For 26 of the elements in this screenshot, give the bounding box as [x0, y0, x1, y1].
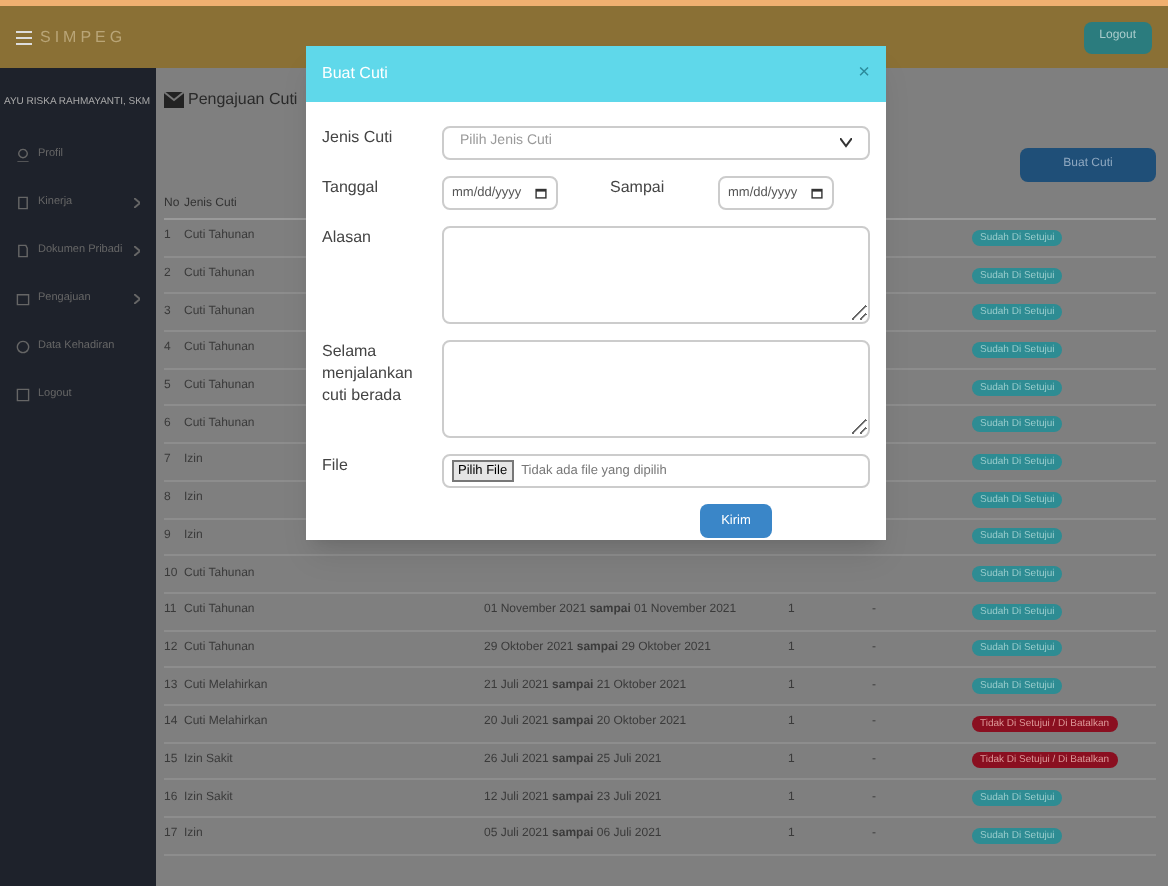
dialog-title: Buat Cuti [322, 62, 388, 86]
envelope-icon [164, 92, 184, 108]
menu-icon[interactable] [16, 29, 32, 45]
menu-item-icon [16, 244, 30, 258]
text-area[interactable] [442, 340, 870, 438]
chevron-down-icon [840, 138, 852, 148]
menu-item-icon [16, 388, 30, 402]
close-button[interactable]: × [858, 64, 870, 84]
field-label: Selama menjalankan cuti berada [322, 340, 415, 406]
app-logo: SIMPEG [40, 25, 127, 49]
calendar-icon [534, 186, 548, 200]
menu-item-icon [16, 148, 30, 162]
chevron-right-icon [134, 198, 140, 208]
field-label: Tanggal [322, 176, 381, 198]
chevron-right-icon [134, 294, 140, 304]
field-label: Alasan [322, 226, 373, 248]
text-area[interactable] [442, 226, 870, 324]
chevron-right-icon [134, 246, 140, 256]
field-label: Jenis Cuti [322, 126, 395, 148]
field-label: Sampai [610, 176, 667, 200]
menu-item-icon [16, 340, 30, 354]
field-label: File [322, 454, 350, 476]
menu-item-icon [16, 196, 30, 210]
calendar-icon [810, 186, 824, 200]
page-title: Pengajuan Cuti [188, 88, 298, 112]
menu-item-icon [16, 292, 30, 306]
